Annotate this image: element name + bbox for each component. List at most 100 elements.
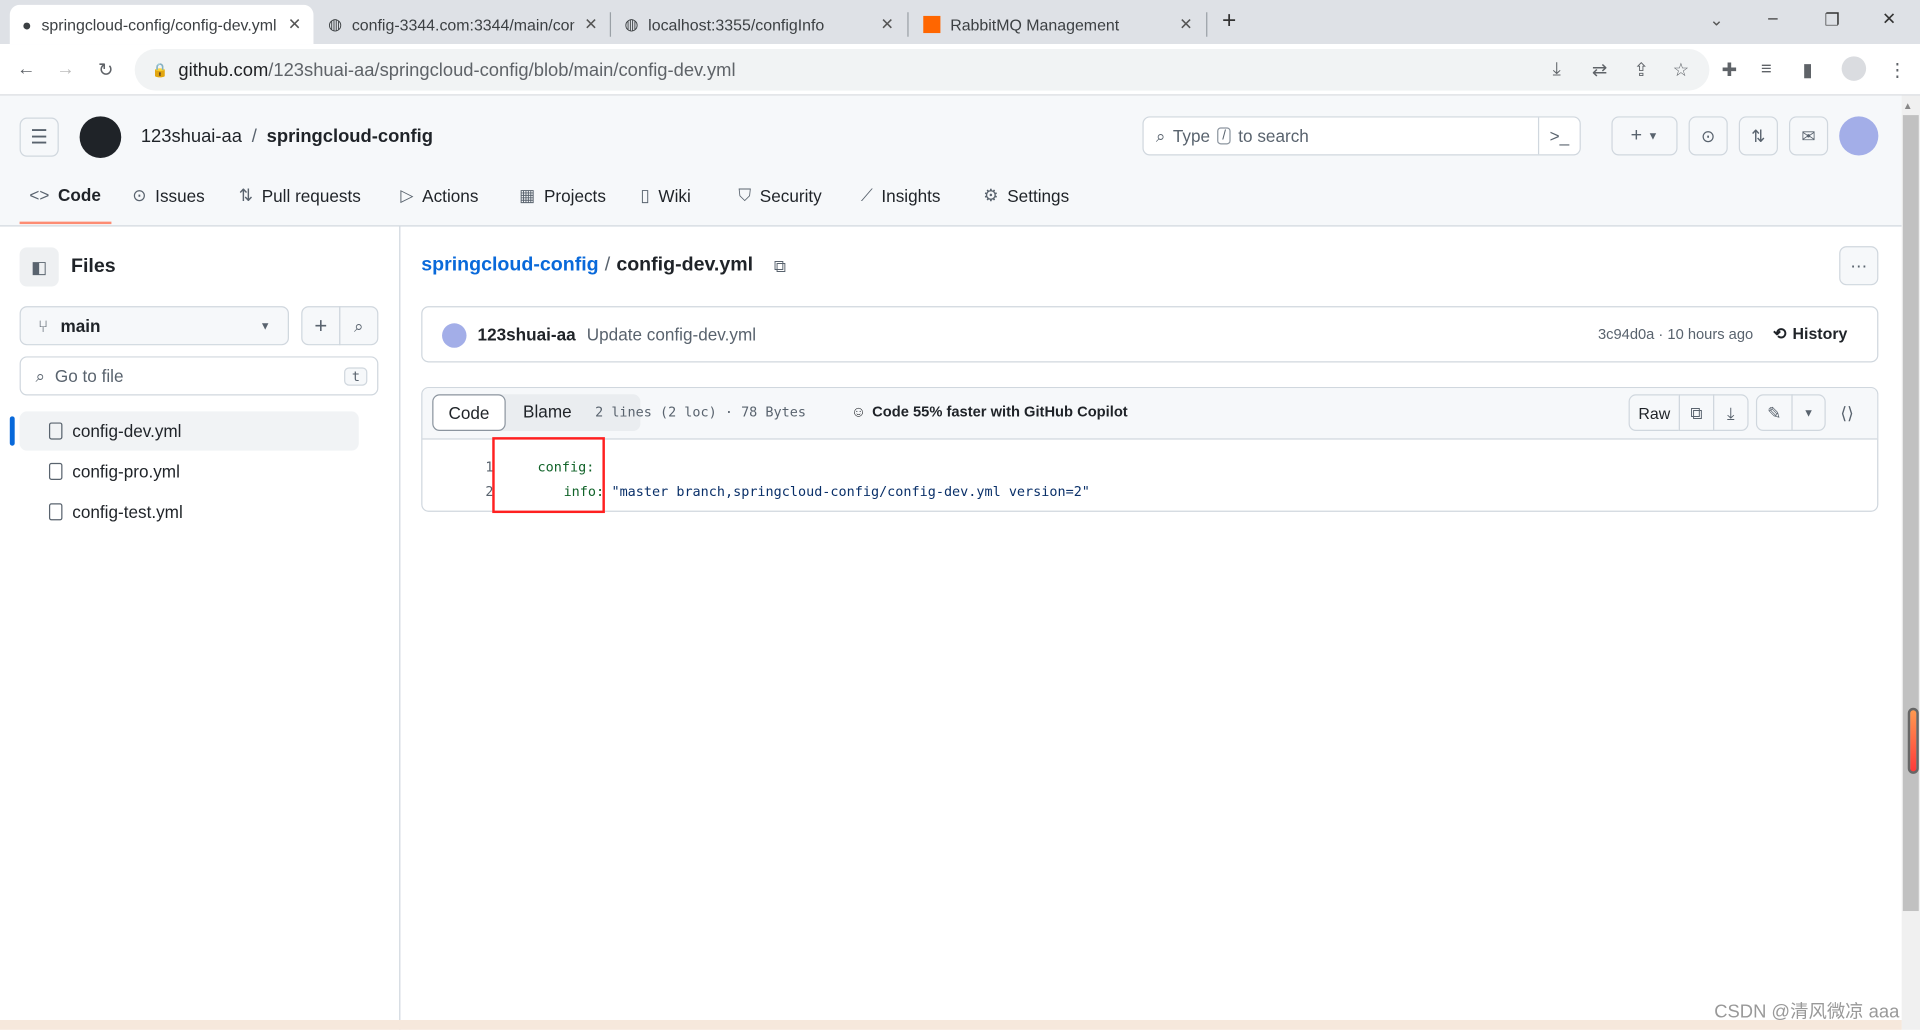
symbols-panel-icon[interactable]: ⟨⟩ xyxy=(1840,403,1853,424)
hamburger-menu-button[interactable]: ☰ xyxy=(19,117,59,157)
blame-view-tab[interactable]: Blame xyxy=(511,402,584,422)
tab-code[interactable]: <> Code xyxy=(29,185,100,205)
tab-issues[interactable]: ⊙ Issues xyxy=(132,185,204,206)
share-icon[interactable]: ⇪ xyxy=(1633,59,1648,81)
history-icon: ⟲ xyxy=(1773,324,1787,343)
owner-link[interactable]: 123shuai-aa xyxy=(141,126,242,147)
issues-button[interactable]: ⊙ xyxy=(1688,116,1728,156)
search-icon: ⌕ xyxy=(353,315,364,335)
file-viewer: Code Blame 2 lines (2 loc) · 78 Bytes ☺ C… xyxy=(421,386,1879,512)
file-item[interactable]: config-dev.yml xyxy=(19,411,359,451)
selected-indicator xyxy=(9,416,15,446)
browser-tab[interactable]: RabbitMQ Management ✕ xyxy=(911,5,1205,44)
gear-icon: ⚙ xyxy=(983,184,999,205)
caret-down-icon: ▼ xyxy=(259,319,271,332)
raw-button[interactable]: Raw xyxy=(1628,394,1681,432)
github-logo-icon[interactable] xyxy=(79,116,122,158)
file-icon xyxy=(48,422,63,440)
reading-list-icon[interactable]: ≡ xyxy=(1761,59,1772,80)
code-view-tab[interactable]: Code xyxy=(432,394,506,432)
close-tab-icon[interactable]: ✕ xyxy=(288,15,301,35)
close-window-icon[interactable]: ✕ xyxy=(1882,9,1896,30)
add-file-button[interactable]: + xyxy=(301,306,341,346)
back-icon[interactable]: ← xyxy=(17,59,35,80)
forward-icon[interactable]: → xyxy=(56,59,74,80)
copy-icon: ⧉ xyxy=(1690,402,1703,422)
download-button[interactable]: ⤓ xyxy=(1713,394,1749,432)
file-item[interactable]: config-test.yml xyxy=(20,492,359,531)
code-lines: 1 config: 2 info: "master branch,springclo… xyxy=(422,456,1877,505)
tab-settings[interactable]: ⚙ Settings xyxy=(983,185,1069,206)
page-scrollbar[interactable]: ▲ xyxy=(1901,95,1920,1030)
pull-requests-button[interactable]: ⇅ xyxy=(1738,116,1778,156)
tab-pull-requests[interactable]: ⇅ Pull requests xyxy=(239,185,361,206)
maximize-icon[interactable]: ❐ xyxy=(1824,10,1839,31)
code-icon: <> xyxy=(29,184,50,205)
search-input[interactable]: ⌕ Type / to search >_ xyxy=(1142,116,1581,156)
side-panel-icon[interactable]: ▮ xyxy=(1802,59,1812,81)
commit-meta[interactable]: 3c94d0a · 10 hours ago xyxy=(1598,326,1753,343)
browser-tab-active[interactable]: ● springcloud-config/config-dev.yml ✕ xyxy=(9,4,314,45)
install-icon[interactable]: ⤓ xyxy=(1553,59,1561,80)
tab-actions[interactable]: ▷ Actions xyxy=(400,185,478,206)
tab-security[interactable]: ⛉ Security xyxy=(738,185,821,206)
bookmark-star-icon[interactable]: ☆ xyxy=(1673,59,1689,81)
profile-icon[interactable] xyxy=(1841,56,1867,81)
copy-raw-button[interactable]: ⧉ xyxy=(1678,394,1715,432)
edit-button[interactable]: ✎ xyxy=(1755,394,1793,432)
issue-icon: ⊙ xyxy=(132,184,147,205)
menu-icon[interactable]: ⋮ xyxy=(1888,59,1906,81)
url-input[interactable]: 🔒 github.com/123shuai-aa/springcloud-conf… xyxy=(134,48,1710,91)
file-info: 2 lines (2 loc) · 78 Bytes xyxy=(595,404,806,421)
tab-insights[interactable]: ⟋ Insights xyxy=(861,185,941,206)
go-to-file-input[interactable]: ⌕ Go to file t xyxy=(19,356,379,396)
browser-tab[interactable]: ◍ localhost:3355/configInfo ✕ xyxy=(612,5,906,44)
file-item[interactable]: config-pro.yml xyxy=(20,452,359,491)
copilot-link[interactable]: ☺ Code 55% faster with GitHub Copilot xyxy=(851,403,1128,420)
reload-icon[interactable]: ↻ xyxy=(98,59,113,81)
avatar[interactable] xyxy=(1839,116,1879,156)
graph-icon: ⟋ xyxy=(860,184,873,205)
translate-icon[interactable]: ⇄ xyxy=(1592,59,1607,81)
inbox-button[interactable]: ✉ xyxy=(1788,116,1829,156)
minimize-icon[interactable]: – xyxy=(1768,7,1778,27)
file-header: Code Blame 2 lines (2 loc) · 78 Bytes ☺ C… xyxy=(422,388,1878,440)
download-icon: ⤓ xyxy=(1727,402,1735,422)
tab-wiki[interactable]: ▯ Wiki xyxy=(640,185,690,206)
repo-breadcrumb: 123shuai-aa / springcloud-config xyxy=(140,126,433,147)
copy-path-icon[interactable]: ⧉ xyxy=(774,255,786,276)
files-title: Files xyxy=(71,255,116,277)
command-palette-icon[interactable]: >_ xyxy=(1537,117,1580,155)
browser-tab[interactable]: ◍config-3344.com:3344/main/config-dev.ym… xyxy=(316,5,610,44)
shield-icon: ⛉ xyxy=(738,184,752,205)
commit-author[interactable]: 123shuai-aa xyxy=(478,324,576,344)
close-tab-icon[interactable]: ✕ xyxy=(881,15,894,35)
more-options-button[interactable]: ⋯ xyxy=(1839,246,1879,286)
tab-search-icon[interactable]: ⌄ xyxy=(1709,10,1723,31)
search-files-button[interactable]: ⌕ xyxy=(339,306,379,346)
extensions-icon[interactable]: ✚ xyxy=(1722,59,1737,81)
search-icon: ⌕ xyxy=(35,365,46,386)
github-icon: ● xyxy=(22,15,32,34)
book-icon: ▯ xyxy=(640,184,650,205)
create-new-button[interactable]: + ▼ xyxy=(1611,116,1678,156)
bottom-strip xyxy=(0,1020,1902,1030)
sidebar-collapse-icon: ◧ xyxy=(31,256,48,277)
close-tab-icon[interactable]: ✕ xyxy=(1179,15,1192,35)
close-tab-icon[interactable]: ✕ xyxy=(584,15,597,35)
new-tab-button[interactable]: + xyxy=(1222,7,1236,35)
tab-projects[interactable]: ▦ Projects xyxy=(519,185,606,206)
collapse-sidebar-button[interactable]: ◧ xyxy=(19,247,59,287)
history-button[interactable]: ⟲ History xyxy=(1773,324,1847,344)
repo-link[interactable]: springcloud-config xyxy=(267,126,433,147)
rabbitmq-icon xyxy=(923,15,941,34)
globe-icon: ◍ xyxy=(624,14,639,34)
repo-root-link[interactable]: springcloud-config xyxy=(421,255,598,277)
scrollbar-thumb[interactable] xyxy=(1907,707,1919,774)
table-icon: ▦ xyxy=(519,184,536,205)
scroll-up-icon[interactable]: ▲ xyxy=(1903,100,1913,111)
edit-dropdown-button[interactable]: ▼ xyxy=(1791,394,1826,432)
pull-request-icon: ⇅ xyxy=(238,184,254,205)
commit-message[interactable]: Update config-dev.yml xyxy=(587,324,756,344)
branch-selector[interactable]: ⑂ main ▼ xyxy=(19,306,289,346)
